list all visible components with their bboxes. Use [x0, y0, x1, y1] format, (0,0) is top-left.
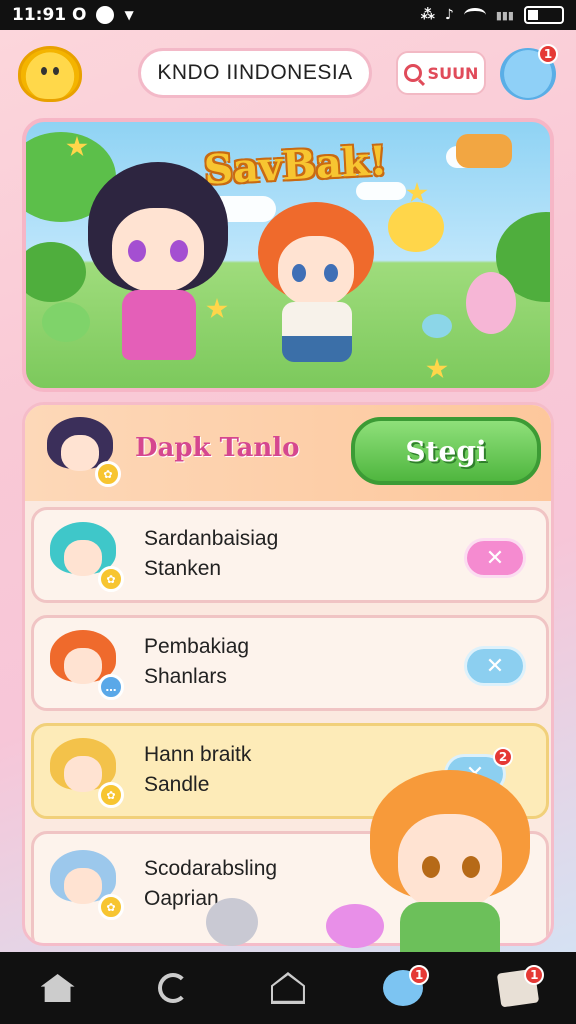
character-avatar: ✿	[50, 738, 124, 808]
notification-badge: 1	[538, 44, 558, 64]
coin-icon: ✿	[98, 782, 124, 808]
battery-icon	[524, 6, 564, 24]
coin-icon: ✿	[98, 894, 124, 920]
nav-refresh[interactable]	[143, 963, 203, 1013]
search-label: SUUN	[427, 63, 479, 83]
upload-icon	[270, 972, 305, 1004]
signal-icon: ▮▮▮	[495, 8, 514, 22]
nav-home[interactable]	[28, 963, 88, 1013]
character-orange-hair	[252, 202, 382, 382]
character-avatar: ✿	[50, 850, 124, 920]
status-bar: 11:91 O ▼ ⁂ ♪ ▮▮▮	[0, 0, 576, 30]
item-name: Scodarabsling Oaprian	[144, 857, 278, 910]
star-icon	[426, 358, 448, 379]
airship-icon	[456, 134, 512, 168]
mascot-avatar[interactable]	[18, 46, 82, 102]
character-avatar: …	[50, 630, 124, 700]
home-icon	[40, 974, 75, 1002]
close-icon: ✕	[485, 545, 505, 571]
purple-slime-icon	[326, 904, 384, 948]
item-name: Hann braitk Sandle	[144, 743, 252, 796]
coin-icon: ✿	[95, 461, 121, 487]
search-icon	[403, 64, 422, 82]
blue-slime-icon	[422, 314, 452, 338]
item-badge: 2	[493, 747, 513, 767]
character-dark-hair	[78, 162, 238, 372]
nfc-icon: ⁂	[420, 7, 435, 23]
messages-badge: 1	[524, 965, 545, 985]
close-icon: ✕	[485, 653, 505, 679]
sound-icon: ♪	[444, 7, 454, 23]
page-title: KNDO IINDONESIA	[138, 48, 372, 98]
status-time: 11:91 O	[12, 5, 87, 25]
star-icon	[406, 182, 428, 203]
pink-bear-icon	[466, 272, 516, 334]
nav-messages[interactable]: 1	[488, 963, 548, 1013]
hero-avatar[interactable]: ✿	[47, 417, 121, 487]
promo-banner[interactable]: SavBak!	[22, 118, 554, 392]
list-item[interactable]: … Pembakiag Shanlars ✕	[31, 615, 549, 711]
notifications-button[interactable]: 1	[500, 44, 558, 100]
hero-row: ✿ Dapk Tanlo Stegi	[25, 405, 551, 501]
start-button[interactable]: Stegi	[351, 417, 541, 485]
bottom-navigation: 1 1	[0, 952, 576, 1024]
gray-cat-icon	[206, 898, 258, 946]
hero-name: Dapk Tanlo	[135, 433, 300, 463]
character-avatar: ✿	[50, 522, 124, 592]
app-notification-icon	[96, 6, 115, 24]
guide-character	[370, 770, 540, 962]
item-name: Pembakiag Shanlars	[144, 635, 250, 688]
dropdown-arrow-icon: ▼	[124, 8, 134, 22]
wifi-icon	[463, 8, 486, 22]
item-name: Sardanbaisiag Stanken	[144, 527, 279, 580]
app-header: KNDO IINDONESIA SUUN 1	[0, 40, 576, 110]
character-badge: 1	[409, 965, 430, 985]
close-button[interactable]: ✕	[464, 646, 526, 686]
chat-icon: …	[98, 674, 124, 700]
green-slime-icon	[42, 302, 90, 342]
search-button[interactable]: SUUN	[396, 51, 486, 95]
close-button[interactable]: ✕	[464, 538, 526, 578]
coin-icon: ✿	[98, 566, 124, 592]
sun-creature-icon	[388, 202, 444, 252]
nav-upload[interactable]	[258, 963, 318, 1013]
nav-character[interactable]: 1	[373, 963, 433, 1013]
refresh-icon	[157, 973, 188, 1003]
list-item[interactable]: ✿ Sardanbaisiag Stanken ✕	[31, 507, 549, 603]
